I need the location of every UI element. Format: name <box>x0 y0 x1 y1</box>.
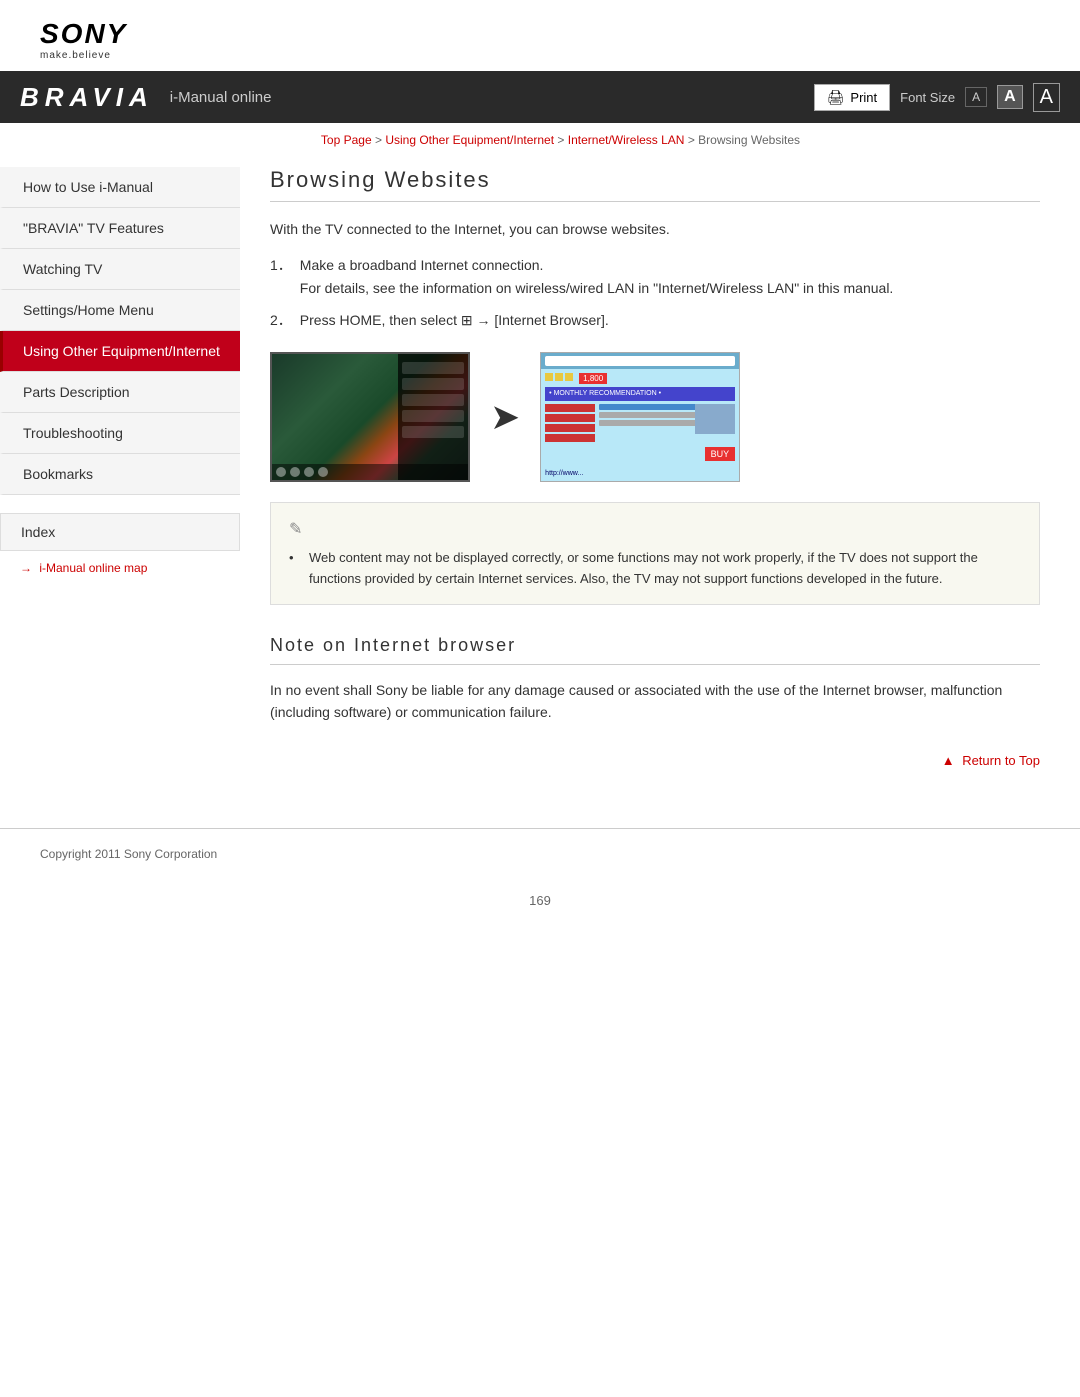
content-area: Browsing Websites With the TV connected … <box>240 157 1080 798</box>
sony-logo: SONY make.believe <box>40 18 1040 61</box>
print-button[interactable]: 🖨 Print <box>814 84 891 111</box>
browser-left-item-2 <box>545 414 595 422</box>
step-1-detail: For details, see the information on wire… <box>300 277 894 299</box>
font-size-medium-button[interactable]: A <box>997 85 1023 109</box>
browser-top-bar <box>541 353 739 369</box>
browser-left-item-3 <box>545 424 595 432</box>
browser-star-2 <box>555 373 563 381</box>
bravia-logo: BRAVIA <box>20 82 154 113</box>
browser-star-3 <box>565 373 573 381</box>
intro-text: With the TV connected to the Internet, y… <box>270 218 1040 240</box>
page-title: Browsing Websites <box>270 167 1040 202</box>
image-row: ➤ 1,800 • MONTHLY RECOMMENDATION • <box>270 352 1040 482</box>
tv-bottom-icon-3 <box>304 467 314 477</box>
browser-left-item-1 <box>545 404 595 412</box>
bravia-subtitle: i-Manual online <box>170 89 272 106</box>
page-number: 169 <box>0 877 1080 924</box>
tv-menu-item-2 <box>402 378 464 390</box>
sony-tagline: make.believe <box>40 50 1040 61</box>
top-bar: SONY make.believe <box>0 0 1080 71</box>
print-icon: 🖨 <box>827 89 845 106</box>
breadcrumb-separator-3: > <box>688 133 698 147</box>
tv-bottom-bar <box>272 464 468 480</box>
sidebar-item-using-other-equipment[interactable]: Using Other Equipment/Internet <box>0 331 240 372</box>
browser-rows <box>545 404 735 444</box>
note-box: ✎ • Web content may not be displayed cor… <box>270 502 1040 605</box>
step-2-number: 2． <box>270 309 292 331</box>
tv-bottom-icon-2 <box>290 467 300 477</box>
note-icon: ✎ <box>289 517 1021 543</box>
return-to-top[interactable]: ▲ Return to Top <box>270 744 1040 768</box>
step-2-text: Press HOME, then select ⊞ → [Internet Br… <box>300 312 609 328</box>
return-to-top-label: Return to Top <box>962 753 1040 768</box>
browser-price: BUY <box>705 447 736 461</box>
sidebar-item-parts-description[interactable]: Parts Description <box>0 372 240 413</box>
browser-right-col <box>599 404 735 444</box>
sidebar-divider <box>0 495 240 505</box>
return-to-top-link[interactable]: ▲ Return to Top <box>942 753 1040 768</box>
tv-screenshot <box>270 352 470 482</box>
right-arrow-icon: ➤ <box>490 396 520 438</box>
note-bullet: • Web content may not be displayed corre… <box>289 548 1021 590</box>
bravia-right: 🖨 Print Font Size A A A <box>814 83 1060 112</box>
sidebar: How to Use i-Manual "BRAVIA" TV Features… <box>0 157 240 798</box>
step-2: 2． Press HOME, then select ⊞ → [Internet… <box>270 309 1040 331</box>
bravia-left: BRAVIA i-Manual online <box>20 82 271 113</box>
section-2-text: In no event shall Sony be liable for any… <box>270 679 1040 724</box>
sidebar-item-bravia-tv-features[interactable]: "BRAVIA" TV Features <box>0 208 240 249</box>
browser-rec-bar: • MONTHLY RECOMMENDATION • <box>545 387 735 401</box>
tv-menu-overlay <box>398 354 468 480</box>
note-text: Web content may not be displayed correct… <box>309 548 1021 590</box>
browser-screenshot: 1,800 • MONTHLY RECOMMENDATION • <box>540 352 740 482</box>
return-to-top-arrow-icon: ▲ <box>942 753 955 768</box>
sidebar-item-watching-tv[interactable]: Watching TV <box>0 249 240 290</box>
browser-img-placeholder <box>695 404 735 434</box>
browser-left-item-4 <box>545 434 595 442</box>
browser-stars: 1,800 <box>545 373 735 384</box>
browser-url-bottom: http://www... <box>545 470 583 477</box>
breadcrumb: Top Page > Using Other Equipment/Interne… <box>0 123 1080 157</box>
tv-menu-item-3 <box>402 394 464 406</box>
breadcrumb-current: Browsing Websites <box>698 133 800 147</box>
print-button-label: Print <box>850 90 877 105</box>
breadcrumb-wireless-lan[interactable]: Internet/Wireless LAN <box>568 133 685 147</box>
step-1-text: Make a broadband Internet connection. <box>300 254 894 276</box>
tv-bottom-icon-4 <box>318 467 328 477</box>
tv-menu-item-4 <box>402 410 464 422</box>
sidebar-item-how-to-use[interactable]: How to Use i-Manual <box>0 167 240 208</box>
section-2-title: Note on Internet browser <box>270 635 1040 665</box>
note-bullet-dot: • <box>289 548 301 590</box>
step-1: 1． Make a broadband Internet connection.… <box>270 254 1040 299</box>
sidebar-item-troubleshooting[interactable]: Troubleshooting <box>0 413 240 454</box>
font-size-label: Font Size <box>900 90 955 105</box>
breadcrumb-using-other[interactable]: Using Other Equipment/Internet <box>385 133 554 147</box>
tv-bottom-icon-1 <box>276 467 286 477</box>
main-layout: How to Use i-Manual "BRAVIA" TV Features… <box>0 157 1080 798</box>
browser-content: 1,800 • MONTHLY RECOMMENDATION • <box>541 369 739 448</box>
copyright-text: Copyright 2011 Sony Corporation <box>40 847 217 861</box>
breadcrumb-separator-2: > <box>557 133 567 147</box>
breadcrumb-top-page[interactable]: Top Page <box>321 133 372 147</box>
browser-score: 1,800 <box>579 373 607 384</box>
bravia-header-bar: BRAVIA i-Manual online 🖨 Print Font Size… <box>0 71 1080 123</box>
map-arrow-icon: → <box>20 561 32 575</box>
font-size-large-button[interactable]: A <box>1033 83 1060 112</box>
sidebar-map-link[interactable]: → i-Manual online map <box>0 551 240 585</box>
sidebar-item-bookmarks[interactable]: Bookmarks <box>0 454 240 495</box>
sony-logo-text: SONY <box>40 18 1040 50</box>
sidebar-index[interactable]: Index <box>0 513 240 551</box>
browser-url-bar <box>545 356 735 366</box>
font-size-small-button[interactable]: A <box>965 87 987 107</box>
browser-left-col <box>545 404 595 444</box>
footer: Copyright 2011 Sony Corporation <box>0 828 1080 877</box>
tv-menu-item-5 <box>402 426 464 438</box>
sidebar-item-settings-home-menu[interactable]: Settings/Home Menu <box>0 290 240 331</box>
browser-star-1 <box>545 373 553 381</box>
breadcrumb-separator-1: > <box>375 133 385 147</box>
step-1-number: 1． <box>270 254 292 299</box>
sidebar-map-link-text[interactable]: i-Manual online map <box>39 561 147 575</box>
tv-menu-item-1 <box>402 362 464 374</box>
browser-rec-text: • MONTHLY RECOMMENDATION • <box>549 390 661 397</box>
